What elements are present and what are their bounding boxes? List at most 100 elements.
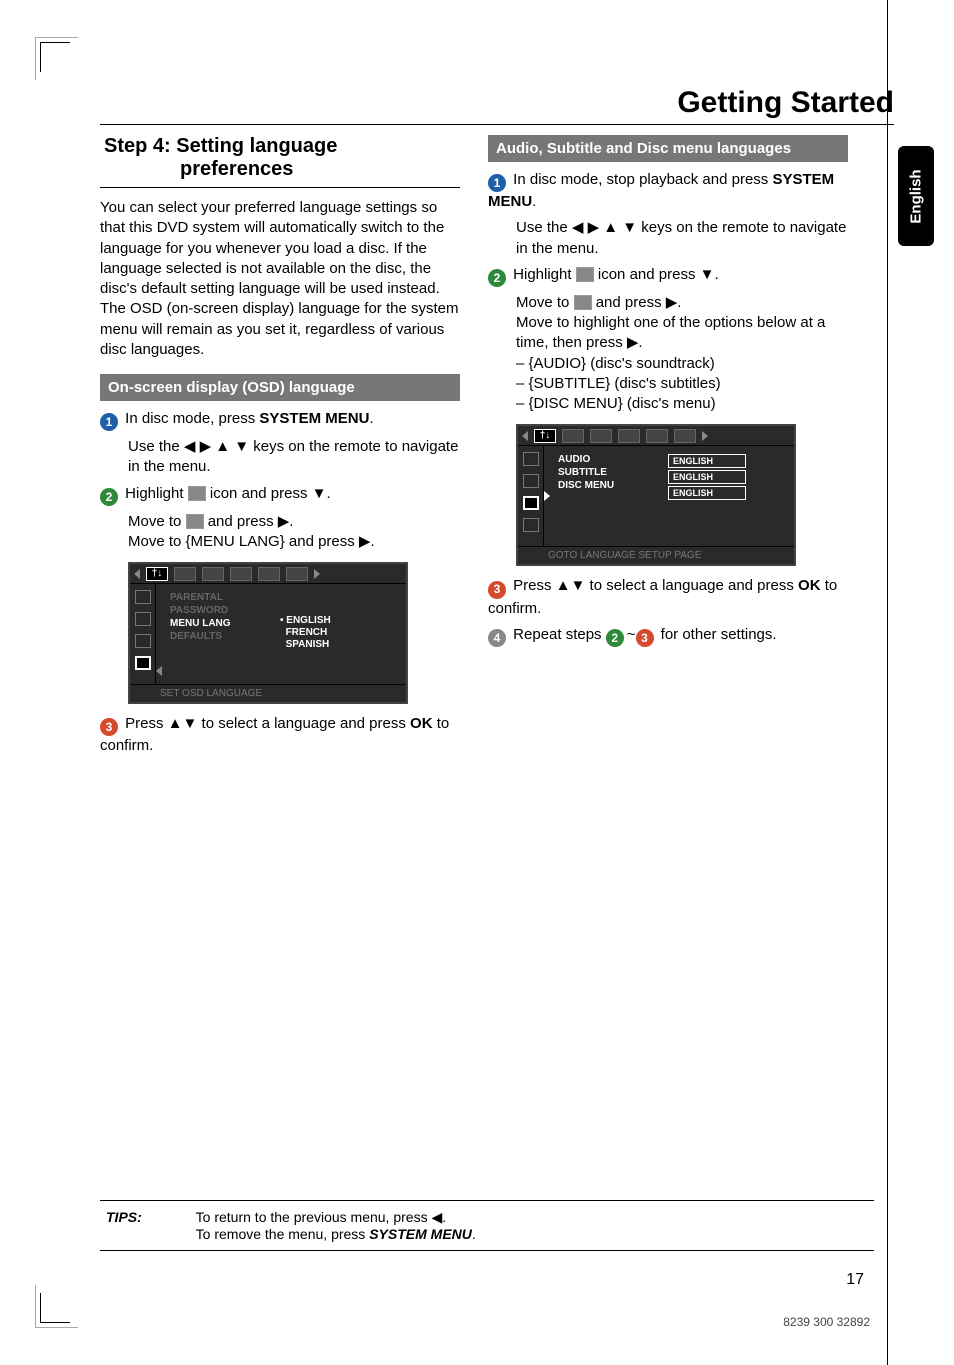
audio-icon bbox=[135, 612, 151, 626]
step-number-1-icon: 1 bbox=[100, 413, 118, 431]
osd-banner: On-screen display (OSD) language bbox=[100, 374, 460, 401]
right-pointer-icon bbox=[544, 491, 550, 501]
osd-menu-items: PARENTAL PASSWORD MENU LANG DEFAULTS bbox=[164, 584, 274, 684]
tips-line2-c: . bbox=[472, 1226, 476, 1242]
language-tab-label: English bbox=[908, 169, 925, 223]
step-number-2-icon: 2 bbox=[488, 269, 506, 287]
osd-step-1: 1 In disc mode, press SYSTEM MENU. bbox=[100, 409, 460, 431]
audio-option-item: {DISC MENU} (disc's menu) bbox=[516, 394, 848, 414]
osd-tab-active-icon: †↓ bbox=[146, 567, 168, 581]
next-tab-icon bbox=[702, 431, 708, 441]
audio-s3-ok: OK bbox=[798, 577, 821, 594]
language-active-icon bbox=[523, 496, 539, 510]
audio-s2-a: Highlight bbox=[513, 266, 576, 283]
step-number-2-icon: 2 bbox=[606, 629, 624, 647]
audio-menu-value: ENGLISH bbox=[668, 470, 746, 484]
osd-tab-icon bbox=[258, 567, 280, 581]
osd-s1-sub: Use the ◀ ▶ ▲ ▼ keys on the remote to na… bbox=[128, 437, 460, 478]
step-number-3-icon: 3 bbox=[488, 581, 506, 599]
audio-side-icons bbox=[518, 446, 544, 546]
audio-menu-items: AUDIO SUBTITLE DISC MENU bbox=[552, 446, 662, 546]
audio-tab-icon bbox=[674, 429, 696, 443]
audio-banner: Audio, Subtitle and Disc menu languages bbox=[488, 135, 848, 162]
subtitle-icon bbox=[135, 634, 151, 648]
osd-tab-icon bbox=[202, 567, 224, 581]
audio-tab-icon bbox=[618, 429, 640, 443]
language-setup-icon bbox=[574, 295, 592, 310]
osd-s3-a: Press ▲▼ to select a language and press bbox=[125, 715, 410, 732]
step-number-1-icon: 1 bbox=[488, 174, 506, 192]
tips-line2-b: SYSTEM MENU bbox=[369, 1226, 472, 1242]
audio-s2-sub-b: and press ▶. bbox=[592, 294, 682, 311]
preferences-active-icon bbox=[135, 656, 151, 670]
audio-options-list: {AUDIO} (disc's soundtrack) {SUBTITLE} (… bbox=[516, 354, 848, 415]
right-rule bbox=[887, 0, 888, 1365]
page-title: Getting Started bbox=[677, 86, 894, 119]
osd-s1-a: In disc mode, press bbox=[125, 410, 259, 427]
lock-icon bbox=[523, 452, 539, 466]
audio-s1-a: In disc mode, stop playback and press bbox=[513, 171, 772, 188]
osd-s2-a: Highlight bbox=[125, 485, 188, 502]
audio-tab-icon bbox=[590, 429, 612, 443]
next-tab-icon bbox=[314, 569, 320, 579]
audio-icon bbox=[523, 474, 539, 488]
page-number: 17 bbox=[846, 1271, 864, 1289]
osd-s1-b: SYSTEM MENU bbox=[259, 410, 369, 427]
osd-menu-item-active: MENU LANG bbox=[170, 618, 268, 629]
osd-side-icons bbox=[130, 584, 156, 684]
osd-menu-item: DEFAULTS bbox=[170, 631, 268, 642]
audio-step-2: 2 Highlight icon and press ▼. bbox=[488, 265, 848, 287]
osd-menu-option: • ENGLISH bbox=[280, 615, 400, 626]
audio-tab-icon bbox=[562, 429, 584, 443]
audio-s1-sub: Use the ◀ ▶ ▲ ▼ keys on the remote to na… bbox=[516, 218, 848, 259]
audio-menu-footer: GOTO LANGUAGE SETUP PAGE bbox=[518, 546, 794, 564]
osd-s2-sub-b: and press ▶. bbox=[204, 513, 294, 530]
audio-s3-a: Press ▲▼ to select a language and press bbox=[513, 577, 798, 594]
audio-s2-sub-a: Move to bbox=[516, 294, 574, 311]
tips-label: TIPS: bbox=[106, 1209, 142, 1225]
tips-line2-a: To remove the menu, press bbox=[196, 1226, 370, 1242]
audio-menu-item: DISC MENU bbox=[558, 480, 656, 491]
osd-tab-icon bbox=[286, 567, 308, 581]
tips-box: TIPS: To return to the previous menu, pr… bbox=[100, 1200, 874, 1251]
audio-s4-c: for other settings. bbox=[657, 626, 777, 643]
audio-s4-a: Repeat steps bbox=[513, 626, 606, 643]
crop-mark-top-left bbox=[40, 42, 70, 72]
osd-menu-item: PASSWORD bbox=[170, 605, 268, 616]
step4-heading-line1: Step 4: Setting language bbox=[104, 135, 337, 157]
audio-menu-item: SUBTITLE bbox=[558, 467, 656, 478]
audio-tab-icon bbox=[646, 429, 668, 443]
audio-option-item: {AUDIO} (disc's soundtrack) bbox=[516, 354, 848, 374]
tips-line1: To return to the previous menu, press ◀. bbox=[196, 1209, 446, 1225]
osd-menu-footer: SET OSD LANGUAGE bbox=[130, 684, 406, 702]
osd-tab-icon bbox=[230, 567, 252, 581]
step4-heading: Step 4: Setting language preferences bbox=[100, 135, 460, 188]
audio-step-1: 1 In disc mode, stop playback and press … bbox=[488, 170, 848, 212]
audio-tab-active-icon: †↓ bbox=[534, 429, 556, 443]
osd-menu-options: • ENGLISH FRENCH SPANISH bbox=[274, 584, 406, 684]
prev-tab-icon bbox=[134, 569, 140, 579]
audio-s2-sub1: Move to and press ▶. bbox=[516, 293, 848, 313]
step-number-3-icon: 3 bbox=[636, 629, 654, 647]
audio-option-item: {SUBTITLE} (disc's subtitles) bbox=[516, 374, 848, 394]
audio-s4-b: ~ bbox=[627, 626, 636, 643]
audio-step-4: 4 Repeat steps 2~3 for other settings. bbox=[488, 625, 848, 647]
step-number-2-icon: 2 bbox=[100, 488, 118, 506]
prev-tab-icon bbox=[522, 431, 528, 441]
osd-step-2: 2 Highlight icon and press ▼. bbox=[100, 484, 460, 506]
osd-s2-sub-a: Move to bbox=[128, 513, 186, 530]
lock-icon bbox=[135, 590, 151, 604]
audio-menu-values: ENGLISH ENGLISH ENGLISH bbox=[662, 446, 794, 546]
audio-menu-item: AUDIO bbox=[558, 454, 656, 465]
osd-step-3: 3 Press ▲▼ to select a language and pres… bbox=[100, 714, 460, 756]
audio-s2-sub2: Move to highlight one of the options bel… bbox=[516, 313, 848, 354]
left-pointer-icon bbox=[156, 666, 162, 676]
part-number: 8239 300 32892 bbox=[783, 1315, 870, 1329]
osd-tab-icon bbox=[174, 567, 196, 581]
step4-intro: You can select your preferred language s… bbox=[100, 198, 460, 360]
audio-menu-value: ENGLISH bbox=[668, 454, 746, 468]
osd-menu-screenshot: †↓ PAREN bbox=[128, 562, 408, 704]
osd-menu-option: SPANISH bbox=[280, 639, 400, 650]
osd-s3-ok: OK bbox=[410, 715, 433, 732]
audio-s1-c: . bbox=[532, 193, 536, 210]
